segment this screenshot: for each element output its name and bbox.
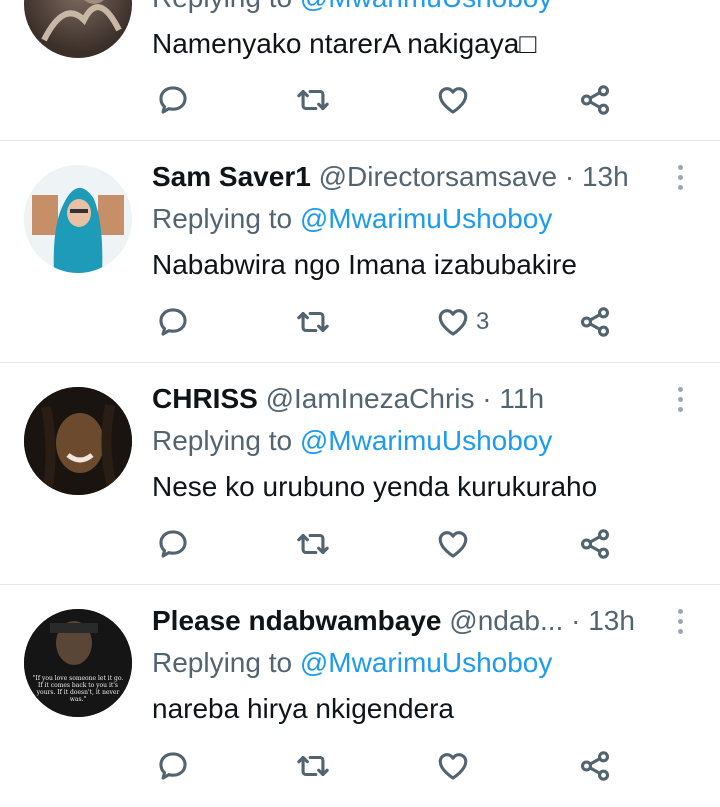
more-options-button[interactable] — [670, 157, 690, 197]
display-name[interactable]: CHRISS — [152, 383, 258, 414]
reply-button[interactable] — [156, 744, 190, 788]
replying-to: Replying to @MwarimuUshoboy — [152, 0, 552, 18]
display-name[interactable]: Please ndabwambaye — [152, 605, 441, 636]
display-name[interactable]: Sam Saver1 — [152, 161, 311, 192]
tweet-header: Sam Saver1 @Directorsamsave · 13h — [152, 157, 660, 197]
like-icon — [438, 309, 468, 336]
more-icon — [677, 608, 683, 614]
mention-link[interactable]: @MwarimuUshoboy — [300, 0, 553, 13]
tweet-actions — [0, 522, 720, 566]
replying-to: Replying to @MwarimuUshoboy — [152, 199, 552, 239]
retweet-button[interactable] — [296, 522, 330, 566]
reply-icon — [159, 530, 187, 558]
like-button[interactable] — [436, 522, 476, 566]
more-icon — [677, 164, 683, 170]
user-handle[interactable]: @ndab... — [449, 605, 563, 636]
tweet-item[interactable]: Replying to @MwarimuUshoboy Namenyako nt… — [0, 0, 720, 141]
separator-dot: · — [571, 605, 581, 636]
more-options-button[interactable] — [670, 379, 690, 419]
share-icon — [580, 307, 610, 337]
separator-dot: · — [564, 161, 575, 192]
like-icon — [438, 753, 468, 780]
tweet-text: Namenyako ntarerA nakigaya□ — [152, 28, 537, 59]
reply-icon — [159, 86, 187, 114]
like-icon — [438, 87, 468, 114]
tweet-item[interactable]: Sam Saver1 @Directorsamsave · 13h Replyi… — [0, 141, 720, 363]
share-icon — [580, 85, 610, 115]
tweet-header: CHRISS @IamInezaChris · 11h — [152, 379, 660, 419]
avatar-quote: "If you love someone let it go. If it co… — [32, 675, 124, 703]
avatar-image — [24, 387, 132, 495]
more-options-button[interactable] — [670, 601, 690, 641]
timestamp[interactable]: 11h — [499, 383, 544, 414]
reply-button[interactable] — [156, 78, 190, 122]
tweet-actions: 3 — [0, 300, 720, 344]
retweet-icon — [297, 755, 329, 777]
mention-link[interactable]: @MwarimuUshoboy — [300, 203, 553, 234]
like-button[interactable] — [436, 744, 476, 788]
retweet-icon — [297, 89, 329, 111]
tweet-text: Nababwira ngo Imana izabubakire — [152, 249, 577, 280]
avatar-image — [41, 0, 122, 42]
like-count: 3 — [476, 308, 490, 335]
avatar[interactable] — [24, 387, 132, 495]
like-button[interactable]: 3 — [436, 300, 489, 344]
reply-button[interactable] — [156, 522, 190, 566]
retweet-button[interactable] — [296, 744, 330, 788]
avatar[interactable]: "If you love someone let it go. If it co… — [24, 609, 132, 717]
replying-to: Replying to @MwarimuUshoboy — [152, 421, 552, 461]
tweet-text: Nese ko urubuno yenda kurukuraho — [152, 471, 598, 502]
reply-icon — [159, 308, 187, 336]
retweet-button[interactable] — [296, 300, 330, 344]
avatar-image — [24, 165, 132, 273]
reply-icon — [159, 752, 187, 780]
retweet-icon — [297, 311, 329, 333]
replying-to-prefix: Replying to — [152, 647, 293, 678]
tweet-actions — [0, 78, 720, 122]
share-button[interactable] — [578, 78, 612, 122]
share-icon — [580, 751, 610, 781]
timestamp[interactable]: 13h — [582, 161, 629, 192]
timestamp[interactable]: 13h — [588, 605, 635, 636]
reply-button[interactable] — [156, 300, 190, 344]
user-handle[interactable]: @Directorsamsave — [319, 161, 557, 192]
share-icon — [580, 529, 610, 559]
mention-link[interactable]: @MwarimuUshoboy — [300, 425, 553, 456]
tweet-text: nareba hirya nkigendera — [152, 693, 454, 724]
tweet-actions — [0, 744, 720, 788]
tweet-item[interactable]: "If you love someone let it go. If it co… — [0, 585, 720, 807]
retweet-icon — [297, 533, 329, 555]
avatar[interactable] — [24, 0, 132, 58]
share-button[interactable] — [578, 522, 612, 566]
mention-link[interactable]: @MwarimuUshoboy — [300, 647, 553, 678]
like-button[interactable] — [436, 78, 476, 122]
separator-dot: · — [482, 383, 492, 414]
retweet-button[interactable] — [296, 78, 330, 122]
user-handle[interactable]: @IamInezaChris — [266, 383, 475, 414]
tweet-item[interactable]: CHRISS @IamInezaChris · 11h Replying to … — [0, 363, 720, 585]
replying-to-prefix: Replying to — [152, 425, 293, 456]
share-button[interactable] — [578, 300, 612, 344]
more-icon — [677, 386, 683, 392]
replying-to-prefix: Replying to — [152, 0, 292, 13]
tweet-header: Please ndabwambaye @ndab... · 13h — [152, 601, 660, 641]
like-icon — [438, 531, 468, 558]
avatar[interactable] — [24, 165, 132, 273]
replying-to-prefix: Replying to — [152, 203, 293, 234]
share-button[interactable] — [578, 744, 612, 788]
replying-to: Replying to @MwarimuUshoboy — [152, 643, 552, 683]
